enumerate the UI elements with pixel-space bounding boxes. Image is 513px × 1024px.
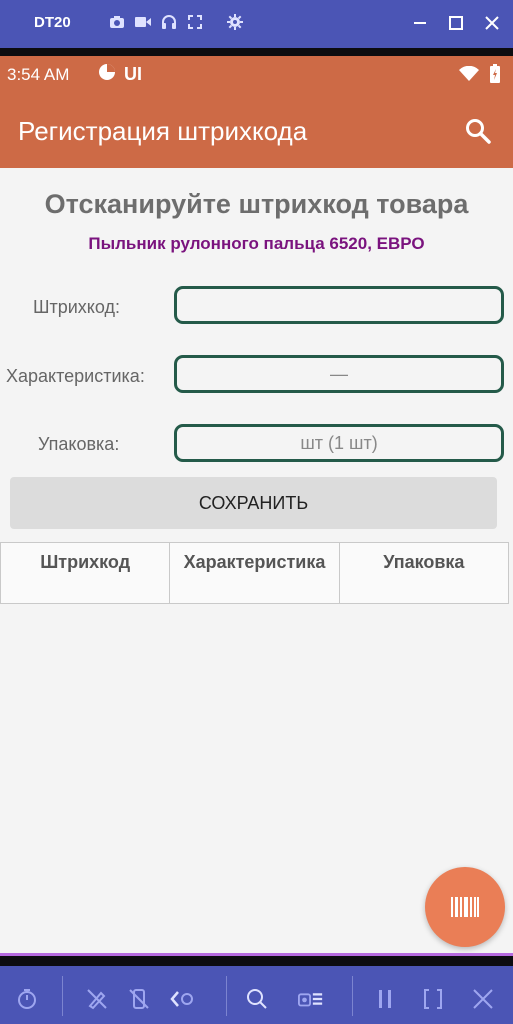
column-header-barcode: Штрихкод: [1, 543, 171, 603]
search-icon: [466, 119, 491, 144]
fullscreen-icon[interactable]: [186, 13, 204, 31]
barcode-table-header: Штрихкод Характеристика Упаковка: [0, 542, 509, 604]
emulator-name: DT20: [34, 14, 71, 31]
status-ui-label: UI: [124, 64, 142, 84]
toolbar-divider: [62, 976, 63, 1016]
emulator-bottom-toolbar: [0, 966, 513, 1024]
close-icon[interactable]: [481, 12, 503, 34]
characteristic-label: Характеристика:: [6, 366, 145, 386]
status-notifications: UI: [98, 63, 142, 86]
save-button[interactable]: СОХРАНИТЬ: [10, 477, 497, 529]
product-name: Пыльник рулонного пальца 6520, ЕВРО: [88, 234, 425, 253]
pause-icon[interactable]: [372, 986, 398, 1012]
characteristic-input[interactable]: —: [174, 355, 504, 393]
app-title: Регистрация штрихкода: [18, 116, 308, 146]
scan-barcode-button[interactable]: [425, 867, 505, 947]
headphones-icon[interactable]: [160, 13, 178, 31]
pen-off-icon[interactable]: [84, 986, 110, 1012]
settings-icon[interactable]: [226, 13, 244, 31]
window-controls: [409, 12, 503, 34]
toolbar-divider: [226, 976, 227, 1016]
toolbar-divider: [352, 976, 353, 1016]
barcode-input[interactable]: [174, 286, 504, 324]
minimize-icon[interactable]: [409, 12, 431, 34]
search-edit-icon[interactable]: [244, 986, 270, 1012]
video-icon[interactable]: [134, 13, 152, 31]
back-settings-icon[interactable]: [170, 986, 196, 1012]
timer-icon[interactable]: [14, 986, 40, 1012]
package-input[interactable]: шт (1 шт): [174, 424, 504, 462]
emulator-title-bar: DT20: [0, 0, 513, 48]
page-heading: Отсканируйте штрихкод товара: [44, 189, 469, 219]
status-system-icons: [459, 64, 501, 89]
bracket-icon[interactable]: [420, 986, 446, 1012]
search-button[interactable]: [463, 116, 493, 146]
column-header-package: Упаковка: [383, 552, 465, 572]
status-time: 3:54 AM: [7, 65, 70, 84]
phone-off-icon[interactable]: [126, 986, 152, 1012]
wifi-icon: [459, 65, 479, 87]
camera-icon[interactable]: [108, 13, 126, 31]
maximize-icon[interactable]: [445, 12, 467, 34]
screen-edge-accent: [0, 953, 513, 956]
close-icon[interactable]: [470, 986, 496, 1012]
device-screen: 3:54 AM UI Регистрация штрихкода Отскани…: [0, 56, 513, 953]
barcode-label: Штрихкод:: [33, 297, 121, 317]
column-header-characteristic: Характеристика: [170, 543, 340, 603]
barcode-icon: [451, 897, 479, 917]
camera-menu-icon[interactable]: [298, 986, 324, 1012]
battery-icon: [489, 64, 501, 89]
app-bar: 3:54 AM UI Регистрация штрихкода: [0, 56, 513, 168]
package-label: Упаковка:: [38, 434, 120, 454]
notification-app-icon: [98, 63, 116, 86]
emulator-toolbar: [108, 13, 244, 31]
